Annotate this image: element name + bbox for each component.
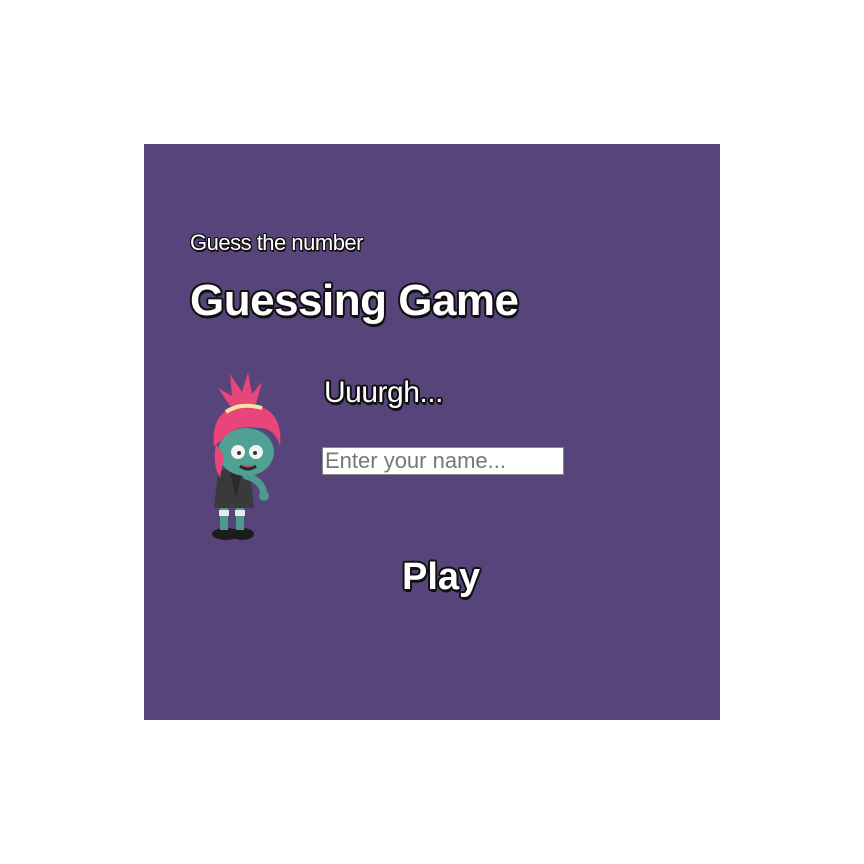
game-panel: Guess the number Guessing Game Uuurgh...… xyxy=(144,144,720,720)
page: Guess the number Guessing Game Uuurgh...… xyxy=(0,0,864,864)
game-title: Guessing Game xyxy=(190,276,519,325)
play-button[interactable]: Play xyxy=(402,556,480,599)
zombie-girl-icon xyxy=(212,372,281,540)
character-speech: Uuurgh... xyxy=(324,376,443,409)
subtitle: Guess the number xyxy=(190,230,363,255)
name-input[interactable] xyxy=(322,447,564,475)
